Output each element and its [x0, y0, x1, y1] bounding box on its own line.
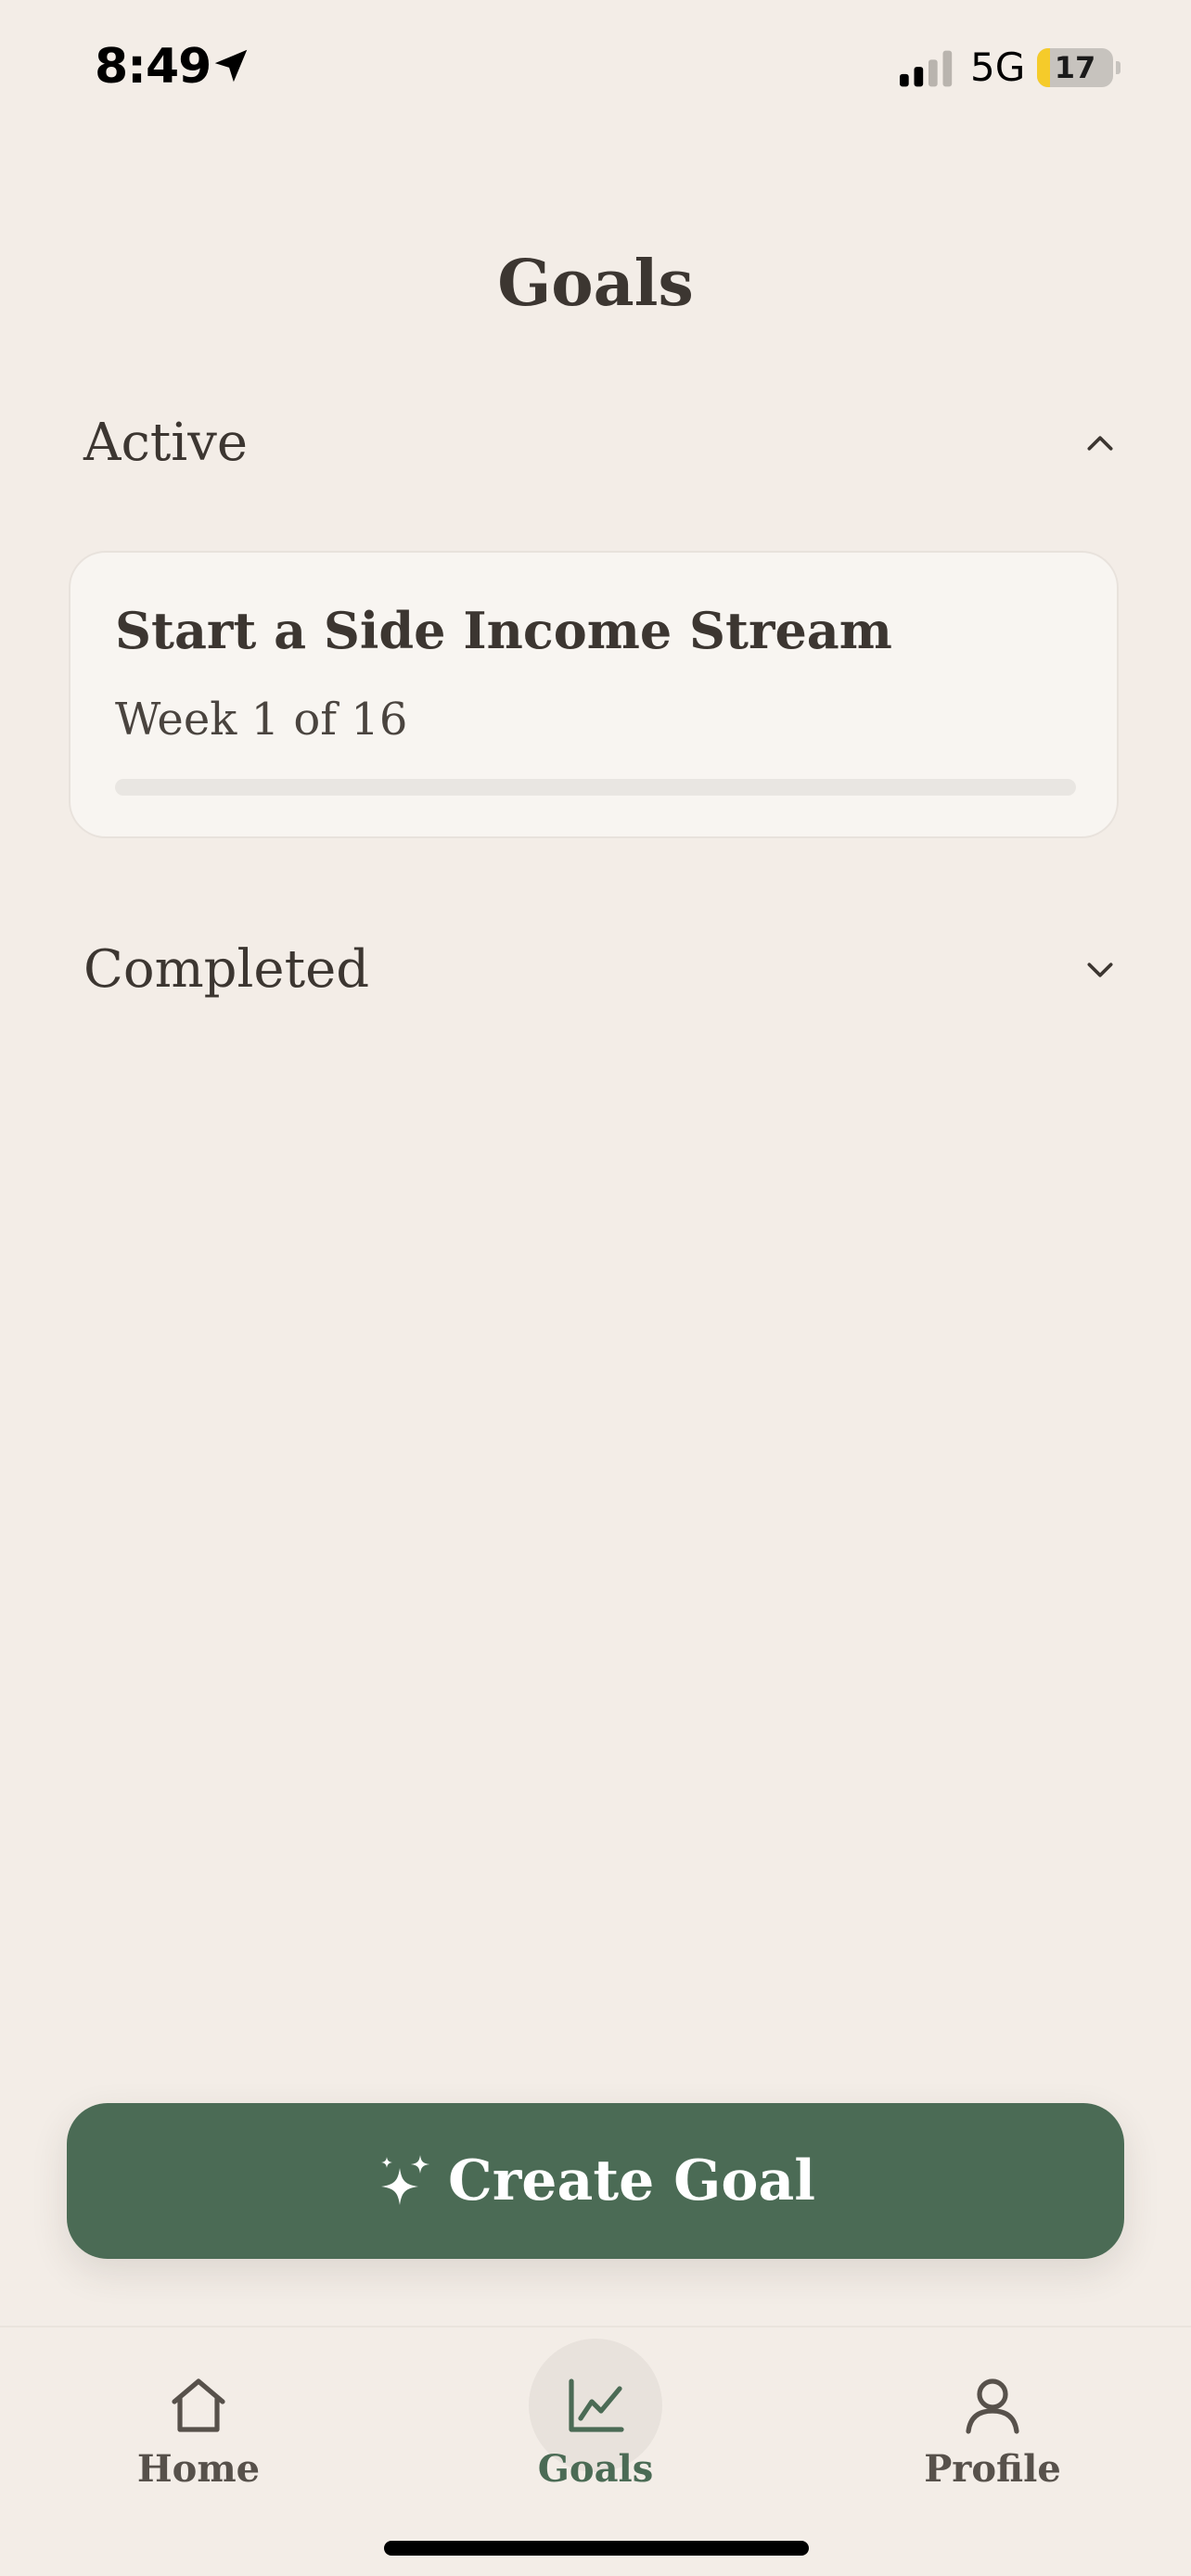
chevron-up-icon: [1087, 436, 1113, 451]
person-icon: [966, 2378, 1019, 2434]
network-type: 5G: [970, 45, 1026, 90]
goal-title: Start a Side Income Stream: [115, 601, 892, 660]
create-goal-label: Create Goal: [447, 2149, 816, 2213]
tab-goals-label: Goals: [537, 2447, 654, 2491]
goal-progress-text: Week 1 of 16: [115, 694, 408, 746]
active-section-header[interactable]: Active: [83, 397, 1119, 490]
tab-home[interactable]: Home: [78, 2327, 319, 2513]
tab-goals[interactable]: Goals: [475, 2327, 716, 2513]
page-title: Goals: [497, 247, 694, 321]
completed-section-label: Completed: [83, 939, 370, 1000]
goal-progress-bar: [115, 779, 1076, 796]
battery-indicator: 17: [1037, 48, 1113, 87]
chevron-down-icon: [1087, 963, 1113, 977]
chart-line-icon: [569, 2378, 624, 2432]
active-section-label: Active: [83, 413, 248, 473]
cellular-signal-icon: [900, 50, 953, 87]
home-indicator: [384, 2541, 809, 2556]
tab-home-label: Home: [136, 2447, 261, 2491]
home-icon: [172, 2378, 225, 2432]
completed-section-header[interactable]: Completed: [83, 924, 1119, 1016]
battery-cap: [1116, 61, 1121, 74]
tab-profile-label: Profile: [924, 2447, 1061, 2491]
tab-profile[interactable]: Profile: [872, 2327, 1113, 2513]
create-goal-button-content: Create Goal: [67, 2103, 1124, 2259]
tab-bar: Home Goals Profile: [0, 2326, 1191, 2576]
create-goal-button[interactable]: Create Goal: [67, 2103, 1124, 2259]
status-time: 8:49: [95, 39, 211, 95]
goal-card[interactable]: Start a Side Income Stream Week 1 of 16: [69, 551, 1119, 838]
sparkle-icon: [380, 2155, 429, 2205]
location-arrow-icon: [214, 49, 248, 83]
battery-level: 17: [1054, 50, 1096, 85]
status-bar: 8:49 5G 17: [0, 0, 1191, 130]
